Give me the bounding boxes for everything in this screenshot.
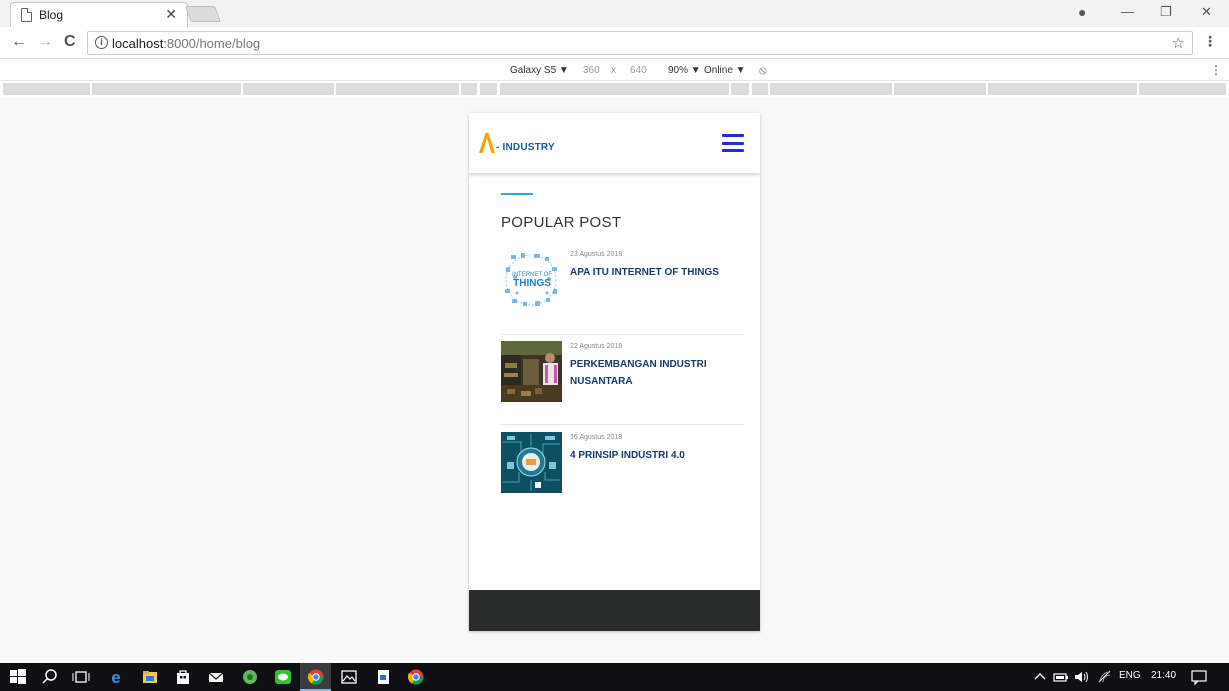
battery-icon[interactable] bbox=[1051, 667, 1071, 687]
logo-icon[interactable] bbox=[479, 133, 495, 153]
ruler-segment[interactable] bbox=[3, 83, 90, 95]
restore-button[interactable]: ❐ bbox=[1160, 4, 1172, 20]
windows-start-icon[interactable] bbox=[8, 667, 28, 687]
ruler-segment[interactable] bbox=[243, 83, 334, 95]
chrome-icon-2[interactable] bbox=[406, 667, 426, 687]
ruler-segment[interactable] bbox=[500, 83, 729, 95]
post-thumbnail[interactable] bbox=[501, 432, 562, 493]
file-explorer-icon[interactable] bbox=[140, 667, 160, 687]
device-select[interactable]: Galaxy S5 ▼ bbox=[510, 65, 569, 76]
post-date: 16 Agustus 2018 bbox=[570, 434, 623, 441]
svg-text:THINGS: THINGS bbox=[513, 278, 551, 289]
document-app-icon[interactable] bbox=[373, 667, 393, 687]
width-input[interactable]: 360 bbox=[583, 65, 600, 76]
ruler-segment[interactable] bbox=[92, 83, 241, 95]
new-tab-button[interactable] bbox=[185, 6, 221, 22]
task-view-icon[interactable] bbox=[71, 667, 91, 687]
edge-browser-icon[interactable]: e bbox=[106, 667, 126, 687]
forward-button[interactable]: → bbox=[37, 33, 53, 51]
url-input[interactable]: i localhost:8000/home/blog ☆ bbox=[87, 31, 1193, 55]
windows-taskbar: e ENG 21:40 bbox=[0, 663, 1229, 691]
post-date: 23 Agustus 2018 bbox=[570, 251, 623, 258]
post-date: 22 Agustus 2018 bbox=[570, 343, 623, 350]
iot-thumbnail-image: INTERNET OF THINGS bbox=[501, 249, 562, 310]
ruler-segment[interactable] bbox=[1139, 83, 1226, 95]
search-icon[interactable] bbox=[40, 667, 60, 687]
page-icon bbox=[21, 8, 32, 22]
browser-tab[interactable]: Blog ✕ bbox=[10, 2, 188, 27]
wifi-icon[interactable] bbox=[1095, 667, 1115, 687]
chevron-up-icon[interactable] bbox=[1030, 667, 1050, 687]
post-divider bbox=[501, 334, 744, 335]
logo-text[interactable]: - INDUSTRY bbox=[496, 142, 555, 153]
post-divider bbox=[501, 424, 744, 425]
minimize-button[interactable]: — bbox=[1121, 4, 1134, 19]
photos-icon[interactable] bbox=[339, 667, 359, 687]
ruler-segment[interactable] bbox=[770, 83, 892, 95]
ruler-segment[interactable] bbox=[752, 83, 768, 95]
tab-close-icon[interactable]: ✕ bbox=[165, 6, 177, 23]
device-viewport: - INDUSTRY POPULAR POST INTERNET OF THIN… bbox=[469, 113, 760, 631]
close-window-button[interactable]: ✕ bbox=[1201, 4, 1212, 20]
ruler-segment[interactable] bbox=[894, 83, 986, 95]
mail-icon[interactable] bbox=[206, 667, 226, 687]
chrome-icon[interactable] bbox=[306, 667, 326, 687]
browser-menu-icon[interactable]: ⋮ bbox=[1203, 33, 1217, 50]
notification-center-icon[interactable] bbox=[1189, 667, 1209, 687]
profile-icon[interactable]: ● bbox=[1078, 4, 1086, 20]
url-text: localhost:8000/home/blog bbox=[112, 36, 261, 51]
store-icon[interactable] bbox=[173, 667, 193, 687]
ruler-segment[interactable] bbox=[336, 83, 459, 95]
rotate-icon[interactable]: ⦸ bbox=[759, 63, 767, 78]
dimension-separator: x bbox=[611, 65, 616, 76]
network-select[interactable]: Online ▼ bbox=[704, 65, 746, 76]
volume-icon[interactable] bbox=[1072, 667, 1092, 687]
post-thumbnail[interactable]: INTERNET OF THINGS bbox=[501, 249, 562, 310]
zoom-select[interactable]: 90% ▼ bbox=[668, 65, 701, 76]
post-title-link[interactable]: PERKEMBANGAN INDUSTRI NUSANTARA bbox=[570, 356, 735, 390]
ruler-segment[interactable] bbox=[480, 83, 497, 95]
tab-title: Blog bbox=[39, 8, 64, 22]
clock[interactable]: 21:40 bbox=[1151, 670, 1176, 681]
line-messenger-icon[interactable] bbox=[273, 667, 293, 687]
device-toolbar: Galaxy S5 ▼ 360 x 640 90% ▼ Online ▼ ⦸ ⋮ bbox=[0, 60, 1229, 81]
section-accent-line bbox=[501, 193, 533, 195]
post-item[interactable]: 22 Agustus 2018 PERKEMBANGAN INDUSTRI NU… bbox=[501, 341, 744, 402]
back-button[interactable]: ← bbox=[11, 33, 27, 51]
reload-button[interactable]: C bbox=[64, 33, 76, 51]
svg-text:e: e bbox=[111, 668, 120, 687]
address-bar: ← → C i localhost:8000/home/blog ☆ ⋮ bbox=[0, 27, 1229, 59]
height-input[interactable]: 640 bbox=[630, 65, 647, 76]
language-indicator[interactable]: ENG bbox=[1119, 670, 1141, 681]
ruler-segment[interactable] bbox=[731, 83, 749, 95]
ruler-segment[interactable] bbox=[988, 83, 1137, 95]
industry-40-thumbnail-image bbox=[501, 432, 562, 493]
tab-bar: Blog ✕ ● — ❐ ✕ bbox=[0, 0, 1229, 27]
device-menu-icon[interactable]: ⋮ bbox=[1210, 63, 1222, 77]
post-thumbnail[interactable] bbox=[501, 341, 562, 402]
factory-thumbnail-image bbox=[501, 341, 562, 402]
post-title-link[interactable]: APA ITU INTERNET OF THINGS bbox=[570, 264, 735, 281]
media-query-ruler[interactable] bbox=[0, 81, 1229, 97]
app-green-globe-icon[interactable] bbox=[240, 667, 260, 687]
post-item[interactable]: INTERNET OF THINGS 23 Agustus 2018 APA I… bbox=[501, 249, 744, 310]
site-footer bbox=[469, 590, 760, 631]
site-header: - INDUSTRY bbox=[469, 113, 760, 173]
section-title: POPULAR POST bbox=[501, 214, 622, 231]
hamburger-menu-icon[interactable] bbox=[722, 134, 744, 152]
post-item[interactable]: 16 Agustus 2018 4 PRINSIP INDUSTRI 4.0 bbox=[501, 432, 744, 493]
bookmark-star-icon[interactable]: ☆ bbox=[1172, 34, 1185, 52]
ruler-segment[interactable] bbox=[461, 83, 477, 95]
info-icon[interactable]: i bbox=[95, 36, 108, 49]
post-title-link[interactable]: 4 PRINSIP INDUSTRI 4.0 bbox=[570, 447, 735, 464]
